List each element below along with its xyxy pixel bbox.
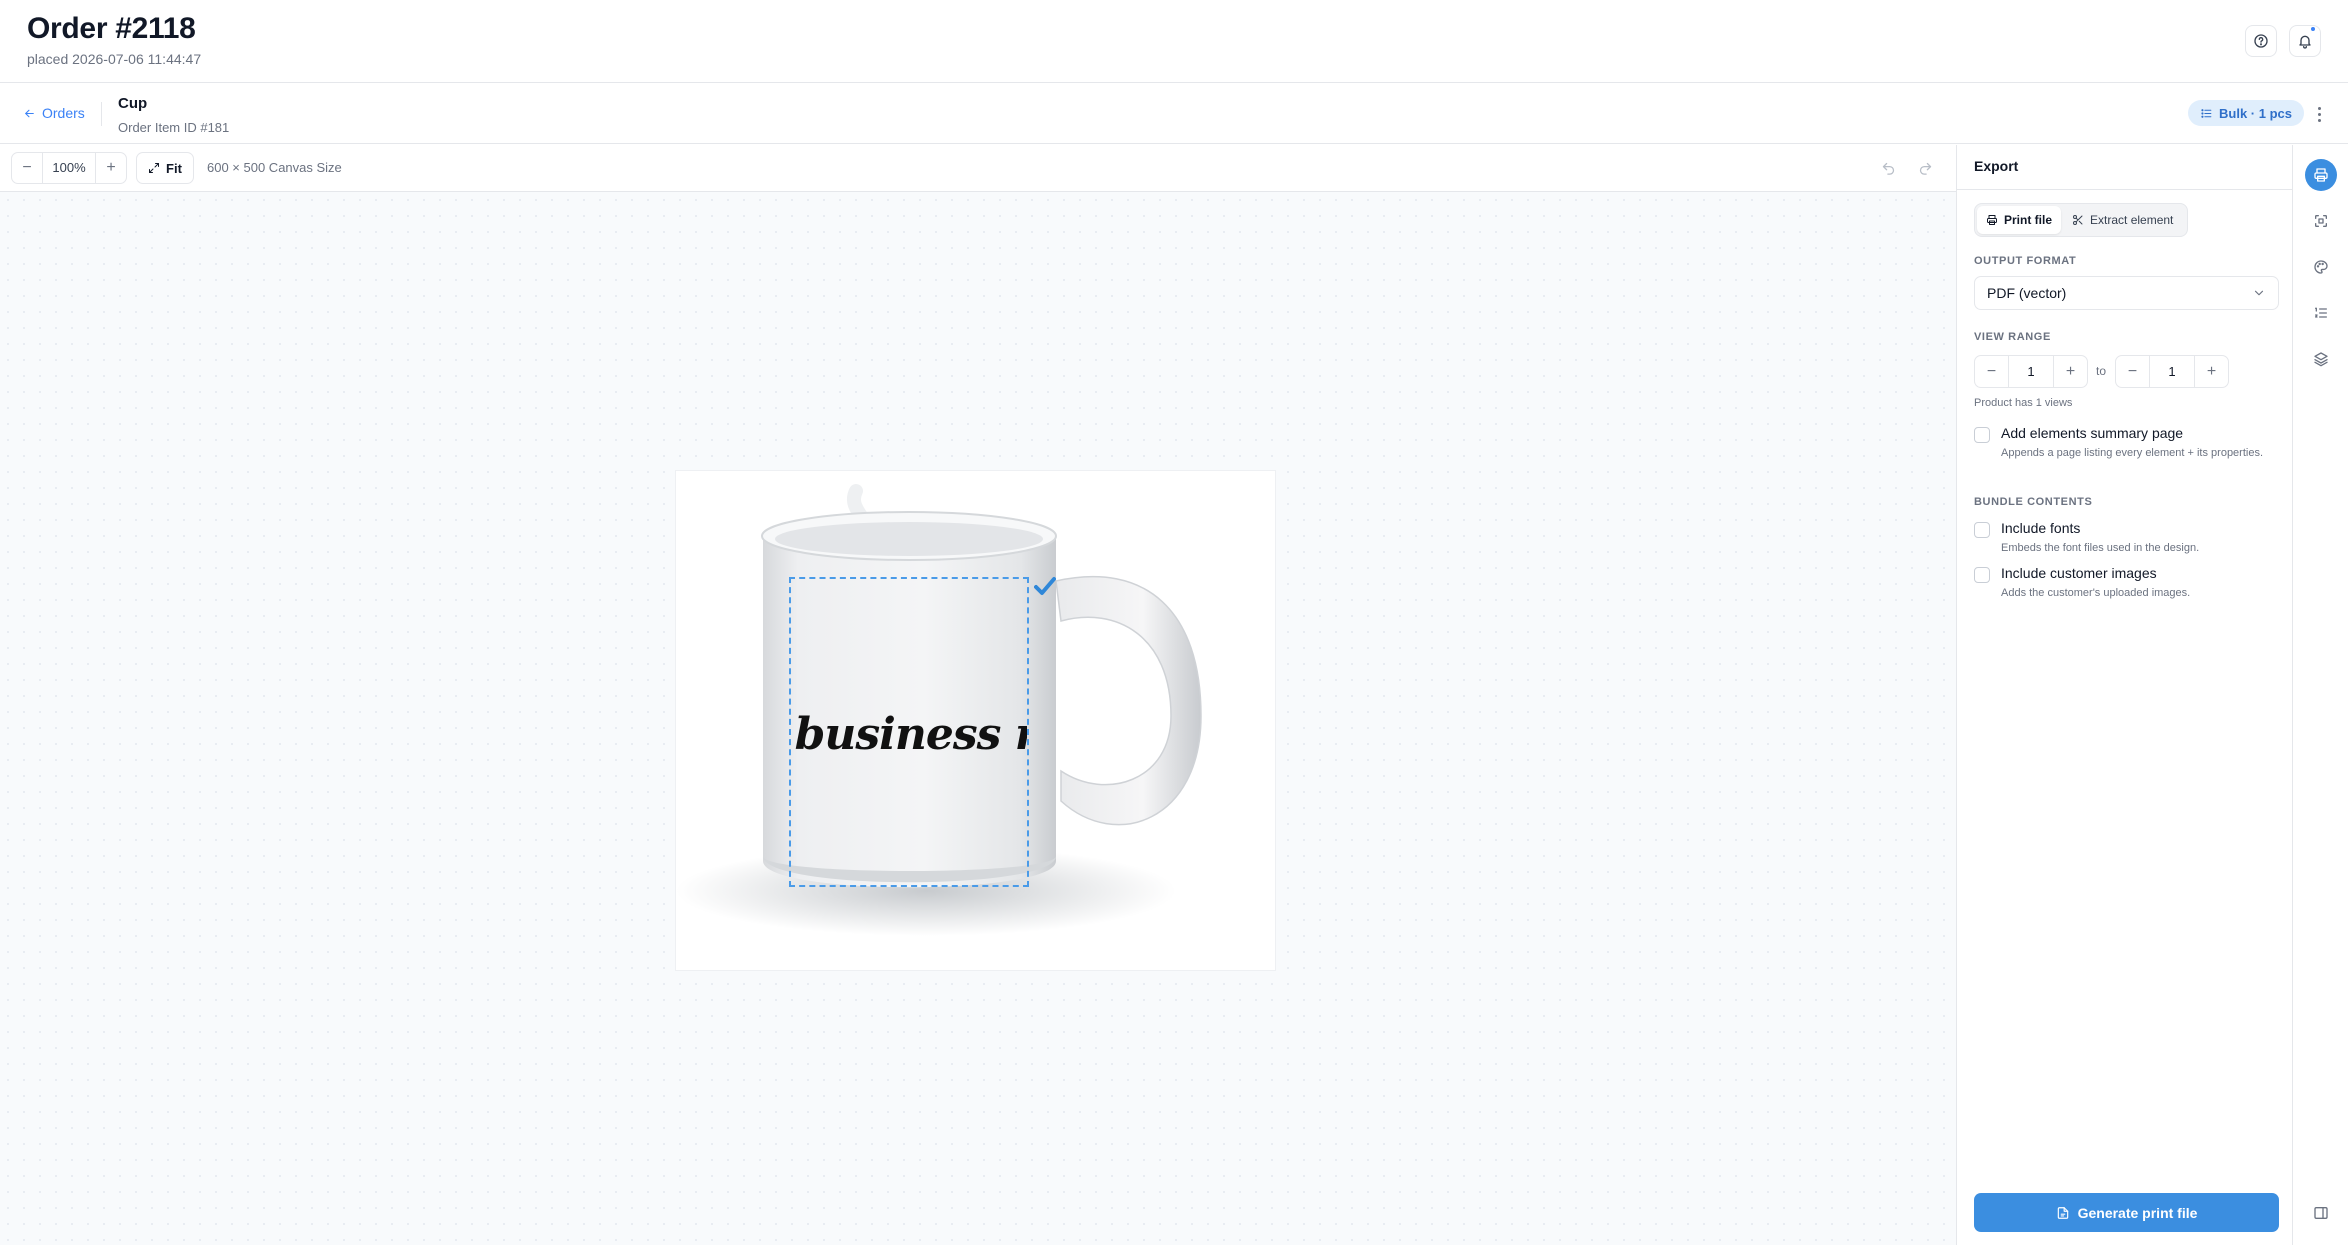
palette-icon (2314, 260, 2328, 274)
notifications-button[interactable] (2289, 25, 2321, 57)
summary-page-title: Add elements summary page (2001, 425, 2184, 441)
increment-button[interactable]: + (2054, 356, 2087, 387)
file-icon (2057, 1206, 2068, 1219)
include-fonts-description: Embeds the font files used in the design… (2001, 542, 2200, 554)
undo-icon (1882, 162, 1894, 175)
range-from-input[interactable]: 1 (2008, 356, 2054, 387)
include-fonts-checkbox[interactable] (1974, 522, 1990, 538)
tab-label: Extract element (2090, 213, 2174, 227)
panel-title: Export (1974, 158, 2019, 174)
rail-sidebar-toggle-button[interactable] (2305, 1197, 2337, 1229)
checkmark-icon (1034, 576, 1056, 596)
output-format-label: OUTPUT FORMAT (1974, 255, 2077, 267)
product-name: Cup (118, 95, 148, 112)
range-to-input[interactable]: 1 (2149, 356, 2195, 387)
include-fonts-title: Include fonts (2001, 520, 2081, 536)
list-icon (2201, 108, 2212, 118)
decrement-button[interactable]: − (2116, 356, 2149, 387)
increment-button[interactable]: + (2195, 356, 2228, 387)
include-images-description: Adds the customer's uploaded images. (2001, 587, 2191, 599)
tab-extract-element[interactable]: Extract element (2063, 206, 2182, 234)
bell-icon (2299, 35, 2311, 49)
expand-icon (149, 163, 160, 173)
range-to-stepper: − 1 + (2115, 355, 2229, 388)
back-link-label: Orders (42, 105, 85, 121)
arrow-left-icon (25, 109, 34, 117)
bulk-badge-label: Bulk · 1 pcs (2219, 105, 2292, 121)
output-format-value: PDF (vector) (1987, 285, 2067, 301)
help-circle-icon (2254, 34, 2268, 48)
sidebar-toggle-icon (2314, 1207, 2328, 1219)
summary-page-description: Appends a page listing every element + i… (2001, 447, 2264, 459)
zoom-out-button[interactable]: − (12, 153, 42, 183)
bundle-contents-label: BUNDLE CONTENTS (1974, 496, 2093, 508)
rail-list-button[interactable] (2305, 297, 2337, 329)
zoom-in-button[interactable]: + (96, 153, 126, 183)
zoom-level: 100% (42, 153, 96, 183)
back-to-orders-link[interactable]: Orders (23, 105, 85, 121)
generate-label: Generate print file (2077, 1204, 2198, 1221)
decrement-button[interactable]: − (1975, 356, 2008, 387)
fit-button[interactable]: Fit (136, 152, 194, 184)
zoom-control: − 100% + (11, 152, 127, 184)
printer-icon (2314, 168, 2328, 182)
notification-dot (2310, 26, 2316, 32)
layers-icon (2314, 352, 2328, 367)
print-area[interactable]: Your business name (789, 577, 1029, 887)
output-format-select[interactable]: PDF (vector) (1974, 276, 2279, 310)
more-vertical-icon (2317, 106, 2321, 110)
fit-label: Fit (166, 160, 182, 176)
export-panel: Export Print file Extract element OUTPUT… (1956, 145, 2292, 1245)
views-hint: Product has 1 views (1974, 397, 2073, 409)
tab-print-file[interactable]: Print file (1977, 206, 2062, 234)
generate-print-file-button[interactable]: Generate print file (1974, 1193, 2279, 1232)
order-placed-date: placed 2026-07-06 11:44:47 (27, 51, 202, 67)
summary-page-checkbox[interactable] (1974, 427, 1990, 443)
divider (1957, 189, 2292, 190)
bulk-badge[interactable]: Bulk · 1 pcs (2188, 100, 2304, 126)
artboard[interactable]: Your business name (675, 470, 1276, 971)
canvas-size-label: 600 × 500 Canvas Size (207, 160, 342, 175)
range-from-stepper: − 1 + (1974, 355, 2088, 388)
chevron-down-icon (2254, 290, 2264, 296)
canvas-area[interactable]: Your business name (0, 192, 1956, 1245)
design-text[interactable]: Your business name (791, 709, 1027, 760)
rail-scan-button[interactable] (2305, 205, 2337, 237)
view-range-label: VIEW RANGE (1974, 331, 2051, 343)
more-options-button[interactable] (2311, 101, 2327, 127)
sub-header: Orders Cup Order Item ID #181 Bulk · 1 p… (0, 84, 2348, 144)
rail-palette-button[interactable] (2305, 251, 2337, 283)
divider (101, 102, 102, 126)
top-header: Order #2118 placed 2026-07-06 11:44:47 (0, 0, 2348, 83)
export-mode-tabs: Print file Extract element (1974, 203, 2188, 237)
include-images-title: Include customer images (2001, 565, 2157, 581)
redo-button[interactable] (1915, 158, 1935, 178)
scan-icon (2315, 215, 2327, 227)
rail-export-button[interactable] (2305, 159, 2337, 191)
tool-rail (2292, 145, 2348, 1245)
help-button[interactable] (2245, 25, 2277, 57)
page-title: Order #2118 (27, 12, 196, 45)
order-item-id: Order Item ID #181 (118, 120, 230, 135)
rail-layers-button[interactable] (2305, 343, 2337, 375)
range-to-label: to (2096, 364, 2107, 378)
canvas-toolbar: − 100% + Fit 600 × 500 Canvas Size (0, 145, 1956, 192)
scissors-icon (2073, 215, 2083, 225)
tab-label: Print file (2004, 213, 2053, 227)
undo-button[interactable] (1878, 158, 1898, 178)
list-ordered-icon (2315, 307, 2327, 318)
redo-icon (1919, 162, 1931, 175)
include-images-checkbox[interactable] (1974, 567, 1990, 583)
printer-icon (1987, 215, 1997, 225)
